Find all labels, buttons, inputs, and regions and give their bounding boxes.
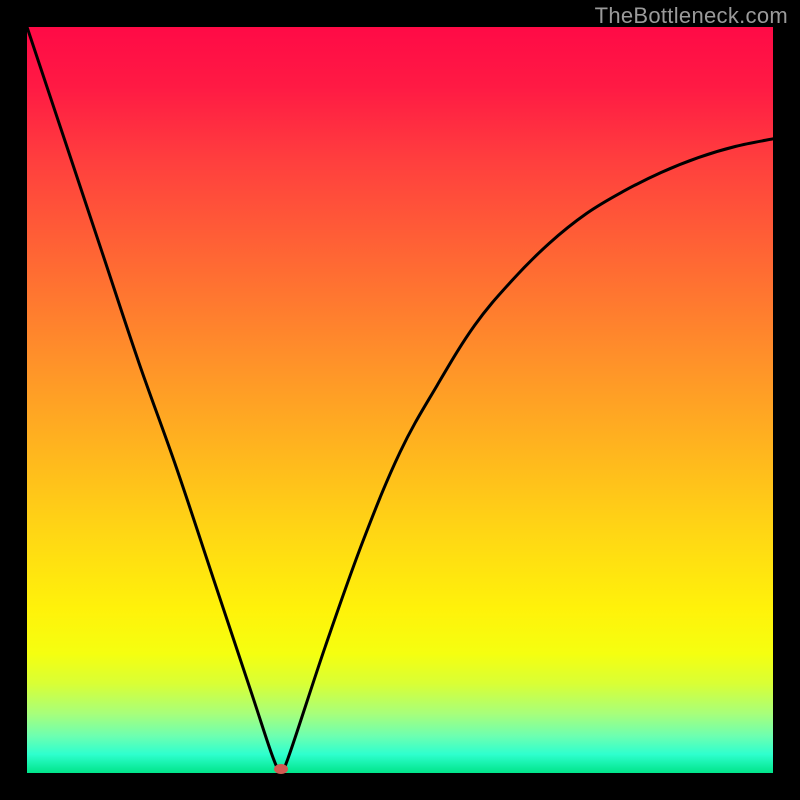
watermark-text: TheBottleneck.com [595, 3, 788, 29]
optimum-marker [274, 764, 288, 774]
chart-frame: TheBottleneck.com [0, 0, 800, 800]
plot-area [27, 27, 773, 773]
curve-svg [27, 27, 773, 773]
bottleneck-curve-path [27, 27, 773, 772]
